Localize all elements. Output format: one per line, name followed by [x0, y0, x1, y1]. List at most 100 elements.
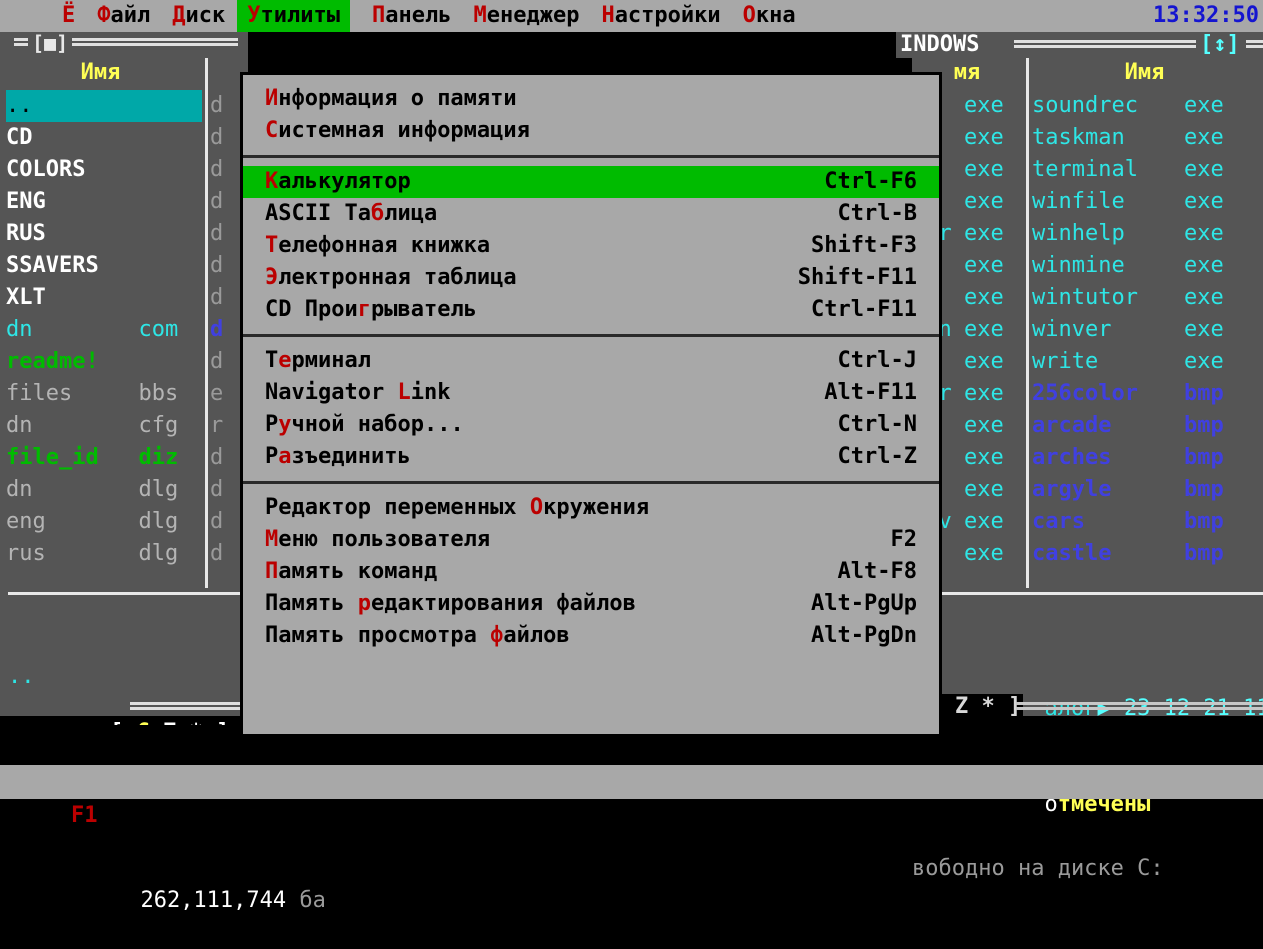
- table-row[interactable]: RUS d: [6, 218, 242, 250]
- file-entry-name: eng dlg: [6, 509, 179, 534]
- table-row[interactable]: arches bmp: [1032, 442, 1263, 474]
- table-row[interactable]: winhelp exe: [1032, 218, 1263, 250]
- table-row[interactable]: eng dlg d: [6, 506, 242, 538]
- table-row[interactable]: files bbs e: [6, 378, 242, 410]
- file-entry-name: write: [1032, 349, 1099, 374]
- file-entry-name: taskman: [1032, 125, 1125, 150]
- utilities-menu[interactable]: Утилиты: [237, 0, 350, 32]
- menu-item-label: Разъединить: [265, 444, 411, 469]
- file-entry-extension: exe: [1184, 349, 1224, 374]
- table-row[interactable]: argyle bmp: [1032, 474, 1263, 506]
- table-row[interactable]: ENG d: [6, 186, 242, 218]
- left-file-panel[interactable]: [■] Имя .. d CD d COLORS d ENG d RUS d SSAVER…: [0, 32, 326, 913]
- menu-item[interactable]: Ручной набор... Ctrl-N: [243, 409, 939, 441]
- table-row[interactable]: soundrec exe: [1032, 90, 1263, 122]
- file-menu[interactable]: Файл: [97, 0, 150, 32]
- windows-menu[interactable]: Окна: [743, 0, 796, 32]
- system-menu[interactable]: Ё: [62, 0, 75, 32]
- table-row[interactable]: cars bmp: [1032, 506, 1263, 538]
- menu-hotkey-letter: б: [370, 201, 385, 226]
- menu-item[interactable]: Информация о памяти: [243, 83, 939, 115]
- menu-hotkey-letter: О: [529, 495, 544, 520]
- menu-item-label: айл: [110, 3, 151, 28]
- menu-item[interactable]: ASCII Таблица Ctrl-B: [243, 198, 939, 230]
- table-row[interactable]: castle bmp: [1032, 538, 1263, 570]
- menu-hotkey-letter: Д: [172, 3, 186, 28]
- file-entry-second-column: e: [210, 381, 224, 406]
- menu-item[interactable]: Терминал Ctrl-J: [243, 345, 939, 377]
- file-entry-second-column: d: [210, 157, 224, 182]
- table-row[interactable]: winmine exe: [1032, 250, 1263, 282]
- table-row[interactable]: 256color bmp: [1032, 378, 1263, 410]
- table-row[interactable]: XLT d: [6, 282, 242, 314]
- clock: 13:32:50: [1153, 3, 1259, 28]
- file-entry-second-column: d: [210, 445, 224, 470]
- menu-item[interactable]: Память просмотра файлов Alt-PgDn: [243, 620, 939, 652]
- utilities-dropdown-menu[interactable]: Информация о памяти Системная информация К…: [240, 72, 942, 737]
- file-entry-name: castle: [1032, 541, 1112, 566]
- menu-item-label: Ручной набор...: [265, 412, 464, 437]
- menu-item[interactable]: Память команд Alt-F8: [243, 556, 939, 588]
- table-row[interactable]: SSAVERS d: [6, 250, 242, 282]
- menu-hotkey-letter: Ф: [97, 3, 111, 28]
- menu-item[interactable]: Разъединить Ctrl-Z: [243, 441, 939, 473]
- file-entry-extension: bmp: [1184, 509, 1224, 534]
- left-panel-close-box[interactable]: [■]: [28, 32, 73, 54]
- left-panel-file-list[interactable]: .. d CD d COLORS d ENG d RUS d SSAVERS d XLT d…: [6, 90, 242, 570]
- table-row[interactable]: winver exe: [1032, 314, 1263, 346]
- table-row[interactable]: COLORS d: [6, 154, 242, 186]
- file-entry-name: CD: [6, 125, 112, 150]
- file-entry-name: dn dlg: [6, 477, 179, 502]
- right-panel-zoom-box[interactable]: [↕]: [1196, 32, 1244, 58]
- table-row[interactable]: wintutor exe: [1032, 282, 1263, 314]
- file-entry-extension: exe: [964, 253, 1004, 278]
- menu-item-label: Navigator Link: [265, 380, 451, 405]
- menu-item-label: тилиты: [260, 3, 340, 28]
- right-panel-file-list[interactable]: soundrec exe taskman exe terminal exe winfile e…: [1032, 90, 1263, 570]
- menu-hotkey-letter: О: [742, 3, 756, 28]
- menu-item[interactable]: Системная информация: [243, 115, 939, 147]
- panel-menu[interactable]: Панель: [372, 0, 451, 32]
- menu-item[interactable]: CD Проигрыватель Ctrl-F11: [243, 294, 939, 326]
- table-row[interactable]: .. d: [6, 90, 242, 122]
- table-row[interactable]: write exe: [1032, 346, 1263, 378]
- settings-menu[interactable]: Настройки: [601, 0, 720, 32]
- table-row[interactable]: taskman exe: [1032, 122, 1263, 154]
- file-entry-second-column: d: [210, 93, 224, 118]
- menu-item-shortcut: Ctrl-B: [837, 201, 917, 226]
- table-row[interactable]: terminal exe: [1032, 154, 1263, 186]
- table-row[interactable]: rus dlg d: [6, 538, 242, 570]
- file-entry-name: 256color: [1032, 381, 1138, 406]
- menu-hotkey-letter: г: [357, 297, 371, 322]
- table-row[interactable]: file_id diz d: [6, 442, 242, 474]
- menu-item[interactable]: Телефонная книжка Shift-F3: [243, 230, 939, 262]
- menu-item[interactable]: Память редактирования файлов Alt-PgUp: [243, 588, 939, 620]
- disk-menu[interactable]: Диск: [172, 0, 225, 32]
- table-row[interactable]: CD d: [6, 122, 242, 154]
- menu-item[interactable]: Редактор переменных Окружения: [243, 492, 939, 524]
- right-file-panel[interactable]: INDOWS [↕] мя ewexeerexeexeadexegerexehe…: [896, 32, 1263, 881]
- table-row[interactable]: dn cfg r: [6, 410, 242, 442]
- table-row[interactable]: dn com d: [6, 314, 242, 346]
- menu-item[interactable]: Navigator Link Alt-F11: [243, 377, 939, 409]
- menu-item[interactable]: Меню пользователя F2: [243, 524, 939, 556]
- file-entry-extension: exe: [1184, 221, 1224, 246]
- file-entry-extension: exe: [1184, 253, 1224, 278]
- function-key-bar[interactable]: F1 Помощь: [0, 765, 1263, 828]
- table-row[interactable]: arcade bmp: [1032, 410, 1263, 442]
- table-row[interactable]: readme! d: [6, 346, 242, 378]
- menu-item-shortcut: Ctrl-J: [837, 348, 917, 373]
- menu-item-label: Редактор переменных Окружения: [265, 495, 650, 520]
- file-entry-extension: exe: [1184, 317, 1224, 342]
- file-entry-name: arches: [1032, 445, 1112, 470]
- file-entry-name: file_id diz: [6, 445, 179, 470]
- table-row[interactable]: dn dlg d: [6, 474, 242, 506]
- manager-menu[interactable]: Менеджер: [473, 0, 579, 32]
- menu-item[interactable]: Электронная таблица Shift-F11: [243, 262, 939, 294]
- file-entry-extension: exe: [964, 157, 1004, 182]
- menu-item[interactable]: Калькулятор Ctrl-F6: [243, 166, 939, 198]
- table-row[interactable]: winfile exe: [1032, 186, 1263, 218]
- file-entry-extension: exe: [964, 413, 1004, 438]
- file-entry-extension: exe: [964, 317, 1004, 342]
- menu-item-shortcut: Shift-F3: [811, 233, 917, 258]
